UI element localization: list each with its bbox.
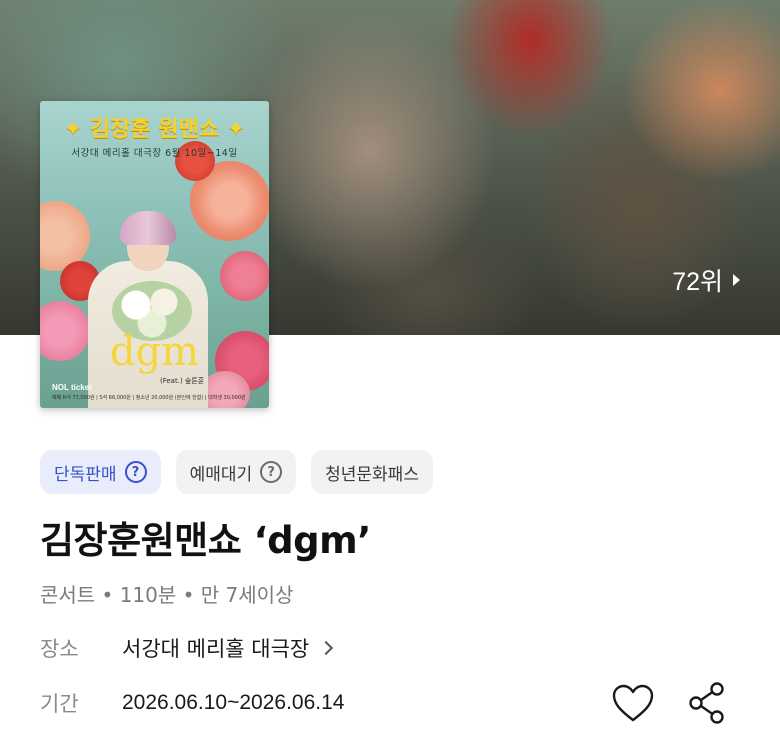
tag-label: 단독판매 [54,464,117,485]
chevron-right-icon [319,640,334,656]
event-title: 김장훈원맨쇼 ‘dgm’ [40,519,371,562]
tag-youth-pass[interactable]: 청년문화패스 [311,450,433,494]
poster-flower [220,251,269,301]
venue-value[interactable]: 서강대 메리홀 대극장 [122,633,309,663]
tag-label: 예매대기 [189,464,253,485]
poster-brand: NOL ticket [52,383,92,392]
poster-subtitle: 서강대 메리홀 대극장 6월 10일~14일 [71,148,238,159]
action-bar [610,680,730,726]
tag-exclusive[interactable]: 단독판매 ? [40,450,161,494]
like-button[interactable] [610,680,656,726]
ranking-text: 72위 [672,268,723,296]
ranking-link[interactable]: 72위 [672,262,740,298]
venue-row[interactable]: 장소 서강대 메리홀 대극장 [40,633,334,663]
tag-waitlist[interactable]: 예매대기 ? [175,450,297,494]
help-circle-icon[interactable]: ? [260,461,283,483]
tag-label: 청년문화패스 [325,464,419,485]
poster-fine-print: 예매 R석 77,000원 | S석 66,000원 | 청소년 20,000원… [52,395,246,401]
poster-hair [120,211,176,245]
poster-title: ✦ 김장훈 원맨쇼 ✦ [63,117,246,142]
poster-logo: dgm [109,329,200,375]
help-circle-icon[interactable]: ? [124,461,147,483]
period-value: 2026.06.10~2026.06.14 [122,691,345,714]
share-button[interactable] [684,680,730,726]
heart-icon [612,684,654,722]
event-poster[interactable]: ✦ 김장훈 원맨쇼 ✦ 서강대 메리홀 대극장 6월 10일~14일 dgm (… [40,101,269,408]
event-meta: 콘서트 • 110분 • 만 7세이상 [40,583,294,607]
poster-feat: (Feat.) 숲튼훈 [160,377,205,385]
venue-label: 장소 [40,637,79,661]
period-label: 기간 [40,692,79,716]
tag-list: 단독판매 ? 예매대기 ? 청년문화패스 [40,450,433,494]
chevron-right-icon [733,274,740,286]
period-row: 기간 2026.06.10~2026.06.14 [40,688,344,718]
share-icon [689,682,724,724]
